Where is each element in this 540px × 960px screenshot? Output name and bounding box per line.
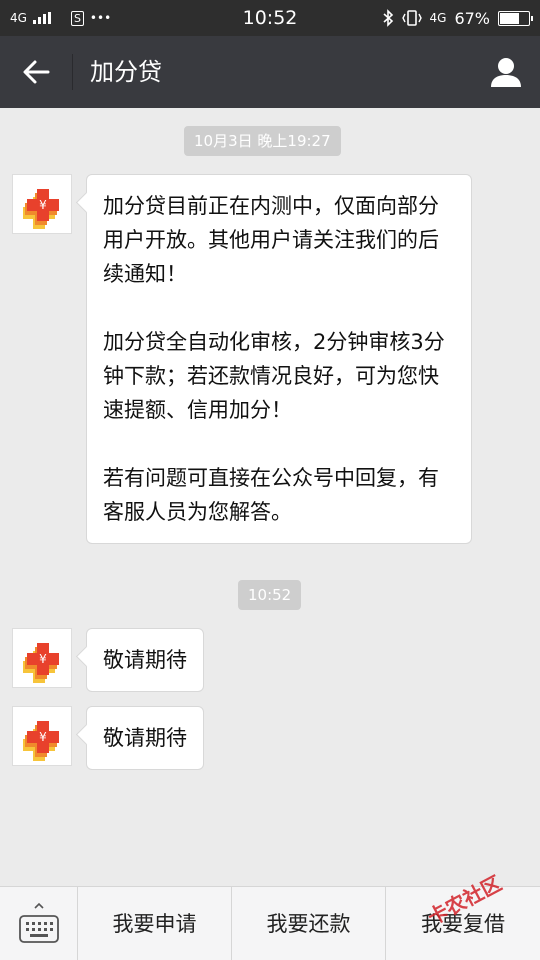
timestamp: 10月3日 晚上19:27 [184, 126, 341, 156]
svg-text:¥: ¥ [39, 198, 47, 212]
network-type-2: 4G [429, 11, 447, 25]
message-paragraph: 加分贷目前正在内测中，仅面向部分用户开放。其他用户请关注我们的后续通知！ [103, 194, 439, 286]
avatar[interactable]: ¥ [12, 628, 72, 688]
battery-percent: 67% [454, 8, 490, 28]
timestamp: 10:52 [238, 580, 302, 610]
keyboard-toggle-button[interactable] [0, 887, 78, 960]
message-paragraph: 若有问题可直接在公众号中回复，有客服人员为您解答。 [103, 466, 439, 524]
message-bubble[interactable]: 敬请期待 [86, 706, 204, 770]
profile-icon [491, 58, 521, 87]
keyboard-icon [18, 902, 59, 943]
message-text: 敬请期待 [103, 726, 187, 750]
vibrate-icon [401, 10, 422, 26]
battery-icon [498, 10, 533, 26]
title-divider [72, 54, 73, 90]
title-bar: 加分贷 [0, 36, 540, 108]
page-title: 加分贷 [90, 58, 162, 86]
status-bar: 4G S ••• 10:52 4G 67% [0, 0, 540, 36]
menu-apply[interactable]: 我要申请 [78, 887, 232, 960]
jiafendai-logo-icon: ¥ [23, 643, 59, 683]
avatar[interactable]: ¥ [12, 706, 72, 766]
jiafendai-logo-icon: ¥ [23, 189, 59, 229]
message-bubble[interactable]: 敬请期待 [86, 628, 204, 692]
svg-text:¥: ¥ [39, 652, 47, 666]
jiafendai-logo-icon: ¥ [23, 721, 59, 761]
avatar[interactable]: ¥ [12, 174, 72, 234]
profile-button[interactable] [486, 52, 526, 92]
message-bubble[interactable]: 加分贷目前正在内测中，仅面向部分用户开放。其他用户请关注我们的后续通知！ 加分贷… [86, 174, 472, 544]
svg-text:¥: ¥ [39, 730, 47, 744]
message-text: 敬请期待 [103, 648, 187, 672]
chat-area[interactable]: 10月3日 晚上19:27 ¥ 加分贷目前正在内测中，仅面向部分用户开放。其他用… [0, 108, 540, 886]
battery-fill [500, 12, 519, 24]
back-button[interactable] [10, 48, 62, 96]
message-paragraph: 加分贷全自动化审核，2分钟审核3分钟下款；若还款情况良好，可为您快速提额、信用加… [103, 330, 445, 422]
status-right: 4G 67% [382, 0, 533, 36]
back-arrow-icon [23, 60, 50, 84]
menu-repay[interactable]: 我要还款 [232, 887, 386, 960]
bluetooth-icon [382, 9, 393, 27]
